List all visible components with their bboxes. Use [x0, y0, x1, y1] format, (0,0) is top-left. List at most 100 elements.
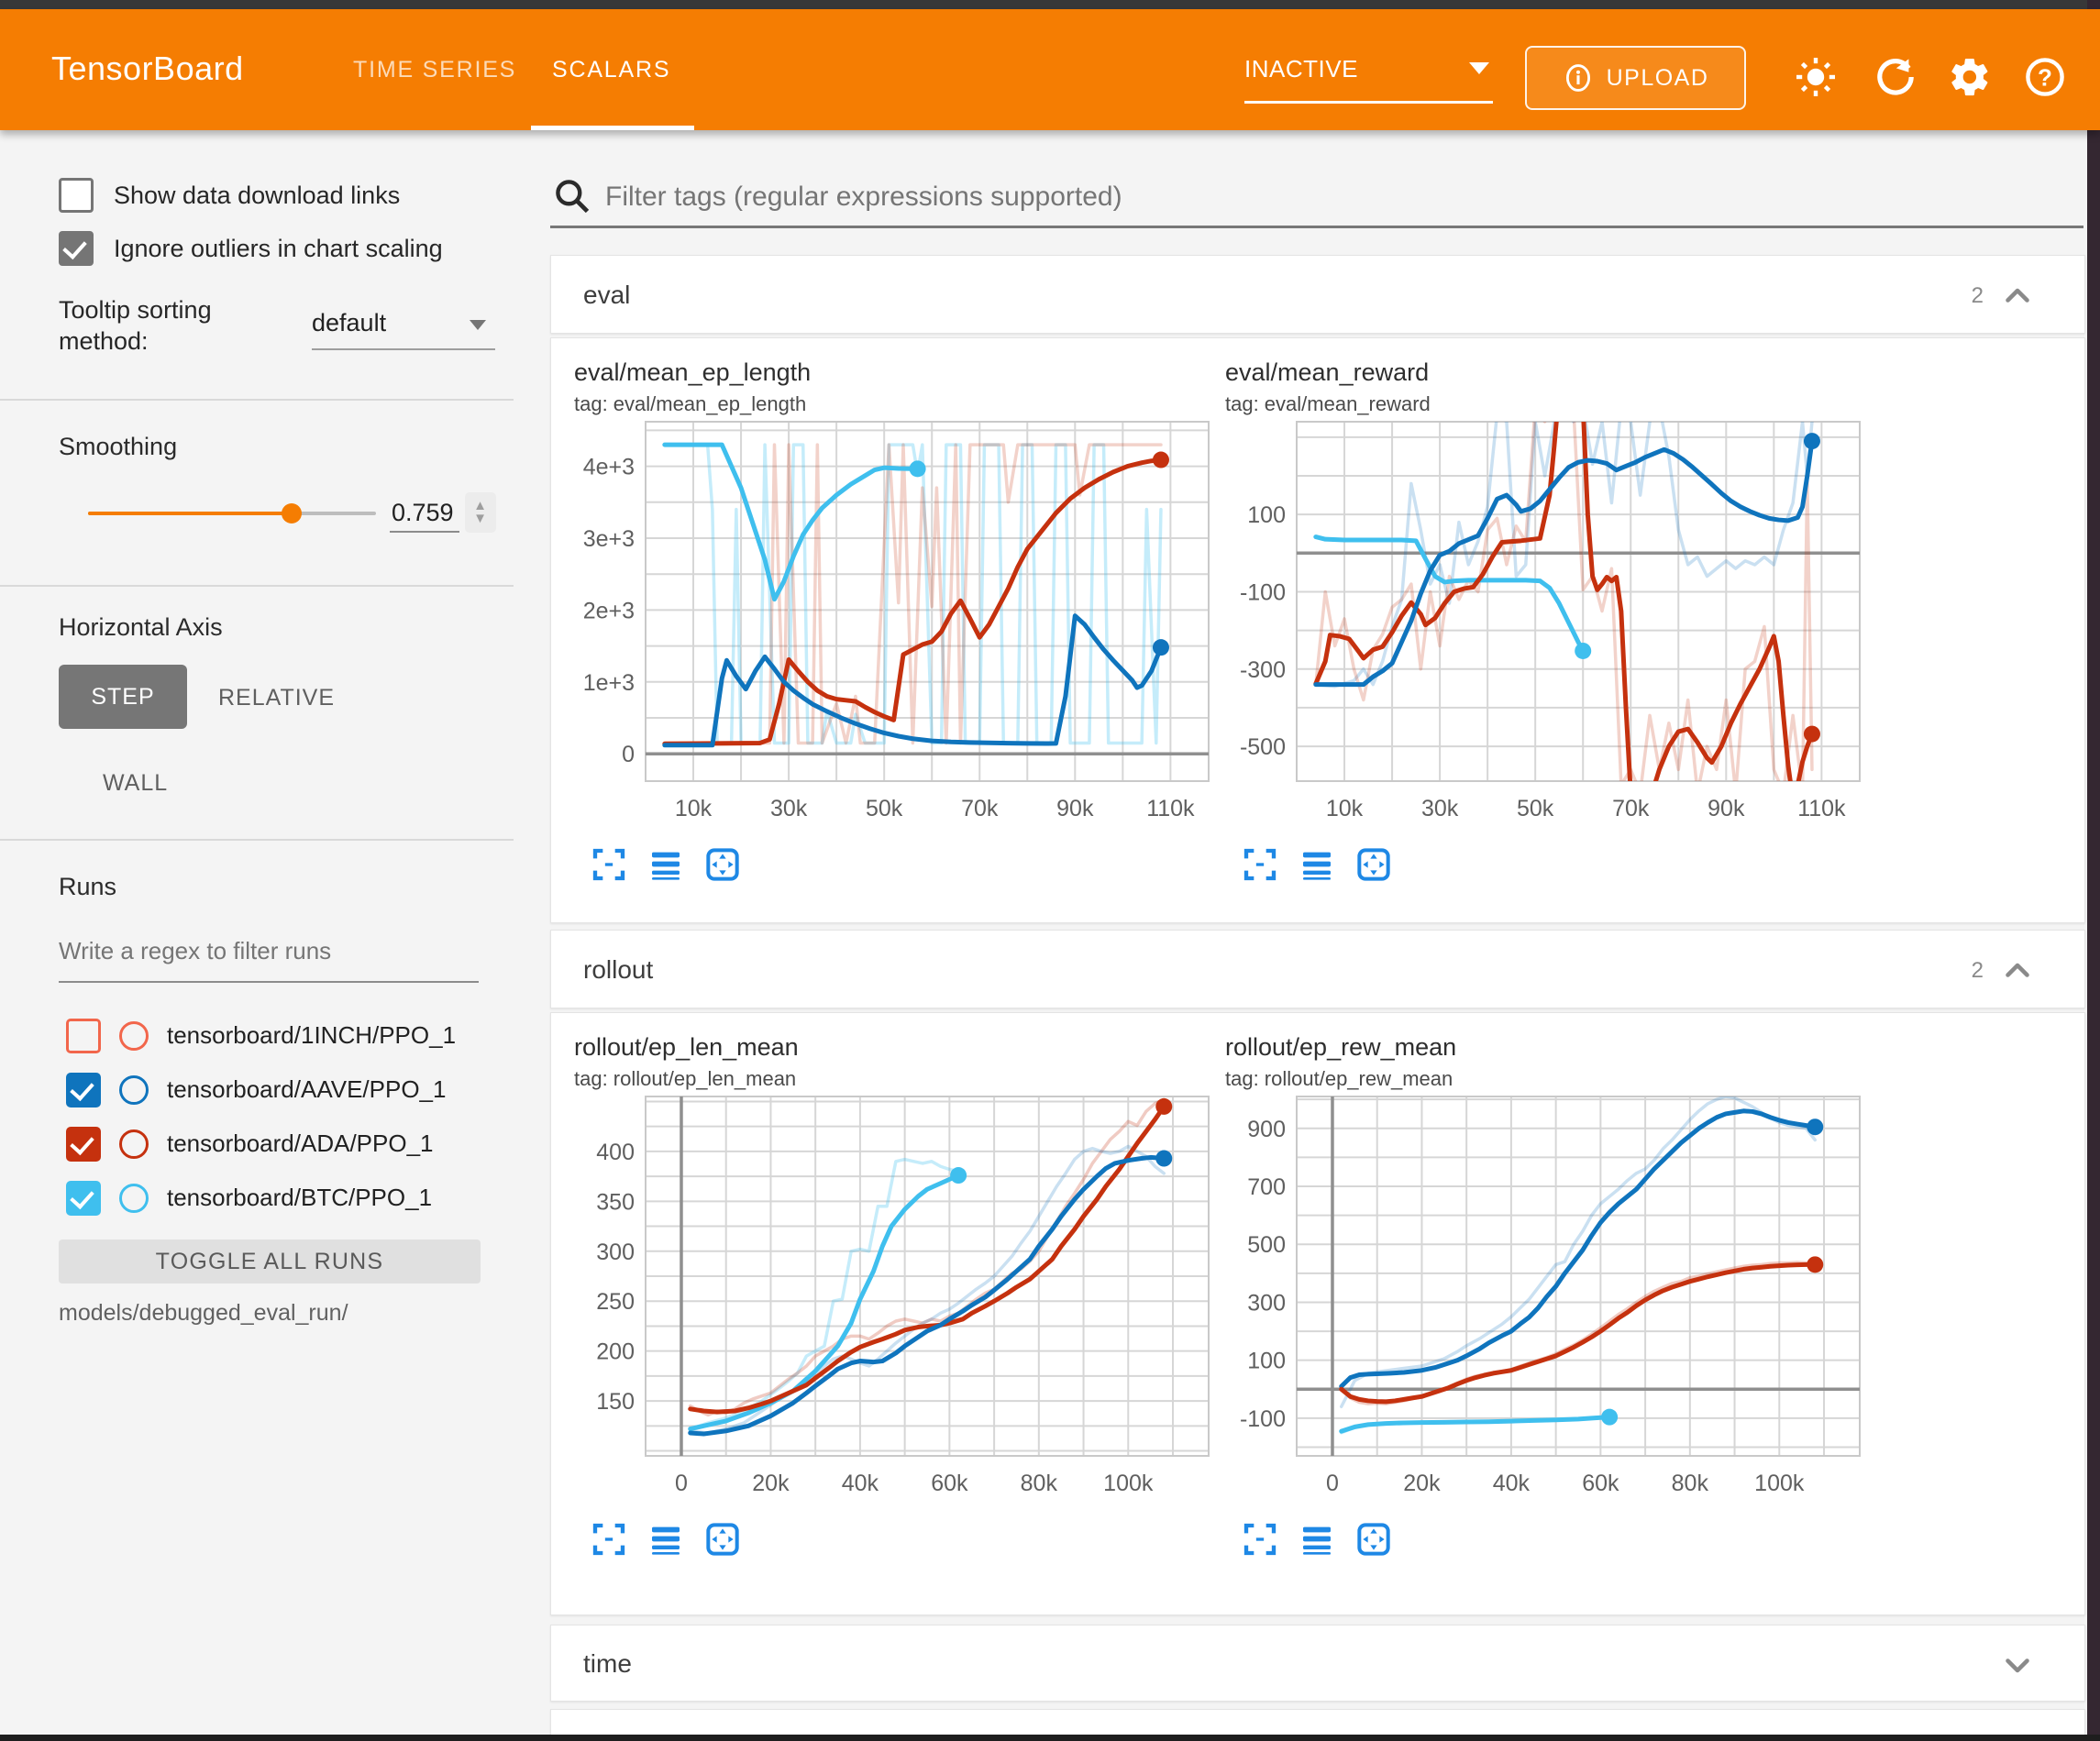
fullscreen-icon[interactable] [591, 846, 627, 883]
run-row[interactable]: tensorboard/AAVE/PPO_1 [66, 1063, 456, 1117]
svg-text:80k: 80k [1021, 1471, 1058, 1496]
section-time-header[interactable]: time [550, 1625, 2085, 1702]
section-title: eval [583, 281, 630, 310]
view-runs-icon[interactable] [647, 846, 684, 883]
show-download-links-label: Show data download links [114, 182, 400, 210]
run-checkbox[interactable] [66, 1127, 101, 1162]
chevron-up-icon[interactable] [2001, 954, 2034, 987]
fit-domain-icon[interactable] [1355, 1521, 1392, 1558]
svg-text:150: 150 [596, 1389, 635, 1415]
tab-time-series[interactable]: TIME SERIES [353, 57, 516, 83]
section-rollout-header[interactable]: rollout 2 [550, 930, 2085, 1008]
chart-title: eval/mean_reward [1225, 358, 1867, 387]
chart-eval-mean-ep-length: eval/mean_ep_length tag: eval/mean_ep_le… [574, 358, 1216, 883]
run-checkbox[interactable] [66, 1019, 101, 1053]
run-checkbox[interactable] [66, 1181, 101, 1216]
ignore-outliers-row[interactable]: Ignore outliers in chart scaling [59, 231, 443, 266]
window-bottom-strip [0, 1735, 2100, 1741]
runs-directory-label: models/debugged_eval_run/ [59, 1300, 348, 1327]
view-runs-icon[interactable] [1299, 1521, 1335, 1558]
show-download-links-row[interactable]: Show data download links [59, 178, 400, 213]
run-row[interactable]: tensorboard/BTC/PPO_1 [66, 1171, 456, 1225]
chevron-up-icon[interactable] [2001, 280, 2034, 313]
svg-text:60k: 60k [1582, 1471, 1619, 1496]
filter-tags-underline [550, 226, 2083, 228]
chart-rollout-ep-len-mean: rollout/ep_len_mean tag: rollout/ep_len_… [574, 1033, 1216, 1558]
svg-text:300: 300 [596, 1240, 635, 1265]
app-header: TensorBoard TIME SERIES SCALARS INACTIVE… [0, 9, 2100, 130]
upload-button-label: UPLOAD [1607, 65, 1709, 92]
scalar-plot[interactable]: 10k30k50k70k90k110k01e+32e+33e+34e+3 [574, 416, 1216, 838]
tab-scalars[interactable]: SCALARS [552, 57, 670, 83]
run-row[interactable]: tensorboard/1INCH/PPO_1 [66, 1008, 456, 1063]
runs-filter-underline [59, 981, 479, 983]
fit-domain-icon[interactable] [704, 846, 741, 883]
svg-text:30k: 30k [770, 796, 808, 821]
run-label: tensorboard/ADA/PPO_1 [167, 1129, 434, 1158]
tensorboard-app: TensorBoard TIME SERIES SCALARS INACTIVE… [0, 0, 2100, 1741]
show-download-links-checkbox[interactable] [59, 178, 94, 213]
status-dropdown-underline [1244, 101, 1493, 104]
ignore-outliers-checkbox[interactable] [59, 231, 94, 266]
run-color-ring [119, 1021, 149, 1051]
settings-gear-icon[interactable] [1948, 55, 1992, 99]
run-row[interactable]: tensorboard/ADA/PPO_1 [66, 1117, 456, 1171]
toggle-all-runs-button[interactable]: TOGGLE ALL RUNS [59, 1240, 481, 1284]
axis-relative-button[interactable]: RELATIVE [218, 685, 335, 711]
svg-text:4e+3: 4e+3 [583, 455, 635, 480]
filter-tags-input[interactable]: Filter tags (regular expressions support… [605, 182, 1122, 213]
svg-text:?: ? [2038, 64, 2052, 92]
svg-text:110k: 110k [1797, 796, 1846, 821]
smoothing-stepper[interactable]: ▲▼ [465, 492, 496, 533]
view-runs-icon[interactable] [647, 1521, 684, 1558]
window-top-strip [0, 0, 2100, 9]
scalar-plot[interactable]: 020k40k60k80k100k-100100300500700900 [1225, 1091, 1867, 1513]
svg-text:1e+3: 1e+3 [583, 670, 635, 696]
section-eval-header[interactable]: eval 2 [550, 255, 2085, 334]
smoothing-slider-knob[interactable] [282, 503, 302, 523]
brightness-icon[interactable] [1794, 55, 1838, 99]
svg-text:10k: 10k [1326, 796, 1364, 821]
svg-text:300: 300 [1247, 1290, 1286, 1316]
svg-text:100k: 100k [1754, 1471, 1805, 1496]
chart-tag: tag: rollout/ep_rew_mean [1225, 1067, 1867, 1091]
svg-text:110k: 110k [1146, 796, 1195, 821]
scalar-plot[interactable]: 10k30k50k70k90k110k100-100-300-500 [1225, 416, 1867, 838]
fullscreen-icon[interactable] [591, 1521, 627, 1558]
svg-text:30k: 30k [1421, 796, 1459, 821]
svg-text:0: 0 [1326, 1471, 1339, 1496]
svg-text:10k: 10k [675, 796, 713, 821]
chevron-down-icon[interactable] [2001, 1648, 2034, 1681]
svg-text:0: 0 [675, 1471, 688, 1496]
runs-filter-input[interactable]: Write a regex to filter runs [59, 937, 331, 965]
axis-wall-button[interactable]: WALL [103, 770, 168, 797]
scrollbar[interactable] [2087, 0, 2100, 1741]
section-count-badge: 2 [1972, 283, 1984, 309]
section-title: time [583, 1649, 632, 1679]
tooltip-sorting-dropdown[interactable]: default [312, 309, 495, 350]
chart-rollout-ep-rew-mean: rollout/ep_rew_mean tag: rollout/ep_rew_… [1225, 1033, 1867, 1558]
smoothing-value-input[interactable]: 0.759 [390, 497, 459, 533]
help-icon[interactable]: ? [2023, 55, 2067, 99]
section-eval-body: eval/mean_ep_length tag: eval/mean_ep_le… [550, 337, 2085, 923]
smoothing-value-group: 0.759 ▲▼ [390, 492, 496, 533]
svg-text:-500: -500 [1240, 734, 1286, 760]
upload-button[interactable]: UPLOAD [1525, 46, 1746, 110]
svg-text:90k: 90k [1056, 796, 1094, 821]
fullscreen-icon[interactable] [1242, 1521, 1278, 1558]
fit-domain-icon[interactable] [1355, 846, 1392, 883]
smoothing-slider[interactable] [88, 512, 376, 515]
svg-text:-100: -100 [1240, 579, 1286, 605]
view-runs-icon[interactable] [1299, 846, 1335, 883]
svg-text:70k: 70k [1612, 796, 1650, 821]
fit-domain-icon[interactable] [704, 1521, 741, 1558]
refresh-icon[interactable] [1873, 55, 1918, 99]
axis-step-button[interactable]: STEP [59, 665, 187, 729]
scalar-plot[interactable]: 020k40k60k80k100k150200250300350400 [574, 1091, 1216, 1513]
chart-toolbar [1242, 1521, 1867, 1558]
search-icon [552, 176, 592, 216]
status-dropdown[interactable]: INACTIVE [1244, 55, 1493, 83]
horizontal-axis-label: Horizontal Axis [59, 613, 223, 642]
run-checkbox[interactable] [66, 1073, 101, 1107]
fullscreen-icon[interactable] [1242, 846, 1278, 883]
